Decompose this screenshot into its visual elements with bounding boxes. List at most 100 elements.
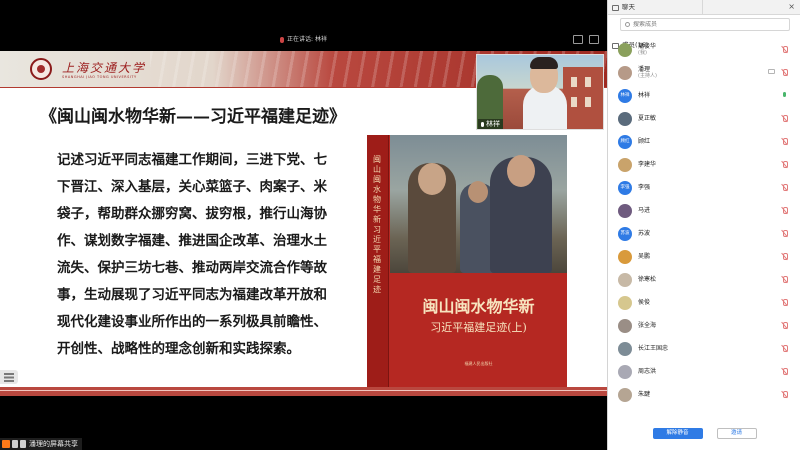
- member-row[interactable]: 李强 李强: [608, 176, 800, 199]
- avatar: [618, 364, 632, 379]
- search-input[interactable]: [633, 21, 773, 28]
- member-name-block: 吴鹏: [638, 253, 650, 260]
- body-line: 开创性、战略性的理念创新和实践探索。: [57, 341, 300, 357]
- mic-muted-icon[interactable]: [781, 253, 788, 260]
- member-row[interactable]: 侯俊: [608, 291, 800, 314]
- university-seal-icon: [30, 58, 52, 80]
- member-name: 蒲俊华: [638, 43, 657, 50]
- chat-icon: [612, 4, 619, 11]
- member-name: 李建华: [638, 161, 657, 168]
- member-row[interactable]: 朱踺: [608, 383, 800, 406]
- slide-title: 《闽山闽水物华新——习近平福建足迹》: [40, 107, 346, 127]
- panel-footer: 解除静音 邀请: [608, 428, 800, 441]
- mic-muted-icon[interactable]: [781, 276, 788, 283]
- member-name-block: 朱踺: [638, 391, 650, 398]
- member-name: 张全海: [638, 322, 657, 329]
- member-name: 长江王国忠: [638, 345, 669, 352]
- avatar: [618, 249, 632, 264]
- member-name-block: 周志洪: [638, 368, 656, 375]
- avatar: [618, 318, 632, 333]
- video-name: 林祥: [486, 120, 500, 128]
- member-row[interactable]: 长江王国忠: [608, 337, 800, 360]
- member-name: 夏正敏: [638, 115, 657, 122]
- invite-button[interactable]: 邀请: [716, 428, 757, 439]
- member-name: 吴鹏: [638, 253, 651, 260]
- member-search[interactable]: [620, 18, 790, 31]
- book-title: 闽山闽水物华新: [422, 297, 535, 316]
- mic-muted-icon[interactable]: [781, 368, 788, 375]
- avatar: 顾红: [618, 134, 632, 149]
- mic-muted-icon[interactable]: [781, 322, 788, 329]
- camera-icon[interactable]: [768, 69, 775, 74]
- mic-muted-icon[interactable]: [781, 184, 788, 191]
- member-name-block: 苏波: [638, 230, 650, 237]
- member-name: 侯俊: [638, 299, 651, 306]
- member-name-block: 长江王国忠: [638, 345, 668, 352]
- body-line: 记述习近平同志福建工作期间，三进下党、七: [57, 152, 327, 168]
- panel-tabs: 聊天 成员(16) ×: [608, 0, 800, 53]
- meeting-window: 正在讲话: 林祥 上海交通大学 SHANGHAI JIAO TONG UNIVE…: [0, 0, 800, 450]
- member-name-block: 马进: [638, 207, 650, 214]
- layout-icon[interactable]: [573, 35, 583, 44]
- speaking-indicator: 正在讲话: 林祥: [0, 34, 607, 46]
- unmute-all-button[interactable]: 解除静音: [652, 428, 703, 439]
- mic-muted-icon[interactable]: [781, 207, 788, 214]
- mic-muted-icon[interactable]: [781, 391, 788, 398]
- member-name: 李强: [638, 184, 651, 191]
- member-row[interactable]: 夏正敏: [608, 107, 800, 130]
- avatar: [618, 341, 632, 356]
- book-spine: 闽山闽水物华新 习近平福建足迹: [367, 135, 389, 387]
- avatar: 苏波: [618, 226, 632, 241]
- avatar: [618, 42, 632, 57]
- mic-muted-icon[interactable]: [781, 138, 788, 145]
- camera-icon: [12, 440, 18, 448]
- member-row[interactable]: 潘理 (主持人): [608, 61, 800, 84]
- body-line: 流失、保护三坊七巷、推动两岸交流合作等故: [57, 260, 327, 276]
- tab-chat[interactable]: 聊天: [608, 0, 703, 15]
- sidebar-toggle-button[interactable]: [0, 370, 18, 384]
- mic-muted-icon[interactable]: [781, 345, 788, 352]
- avatar: [618, 157, 632, 172]
- mic-muted-icon[interactable]: [781, 230, 788, 237]
- mic-on-icon[interactable]: [781, 92, 787, 99]
- body-line: 作、谋划数字福建、推进国企改革、治理水土: [57, 233, 327, 249]
- member-role: (主持人): [638, 73, 657, 79]
- member-name-block: 侯俊: [638, 299, 650, 306]
- member-list: 蒲俊华 (我) 潘理 (主持人) 林祥 林祥 夏正敏 顾红 顾红 李建华 李强 李强 马进 苏波 苏波 吴鹏徐…: [608, 38, 800, 406]
- avatar: [618, 272, 632, 287]
- fullscreen-icon[interactable]: [589, 35, 599, 44]
- tab-chat-label: 聊天: [622, 3, 635, 11]
- close-icon[interactable]: ×: [788, 3, 795, 11]
- body-line: 袋子，帮助群众挪穷窝、拔穷根，推行山海协: [57, 206, 327, 222]
- member-row[interactable]: 张全海: [608, 314, 800, 337]
- mic-muted-icon[interactable]: [781, 161, 788, 168]
- avatar: [618, 65, 632, 80]
- member-name-block: 李强: [638, 184, 650, 191]
- member-row[interactable]: 蒲俊华 (我): [608, 38, 800, 61]
- book-cover-photo: [390, 135, 567, 273]
- member-row[interactable]: 周志洪: [608, 360, 800, 383]
- university-logo-text: 上海交通大学: [62, 61, 147, 75]
- member-row[interactable]: 吴鹏: [608, 245, 800, 268]
- mic-muted-icon[interactable]: [781, 46, 788, 53]
- member-name: 周志洪: [638, 368, 657, 375]
- video-name-label: 林祥: [478, 119, 503, 129]
- member-row[interactable]: 徐寒松: [608, 268, 800, 291]
- member-row[interactable]: 顾红 顾红: [608, 130, 800, 153]
- avatar: 林祥: [618, 88, 632, 103]
- mic-muted-icon[interactable]: [781, 115, 788, 122]
- book-publisher: 福建人民出版社: [464, 361, 493, 366]
- mic-muted-icon[interactable]: [781, 299, 788, 306]
- member-name: 朱踺: [638, 391, 651, 398]
- member-name: 徐寒松: [638, 276, 657, 283]
- member-row[interactable]: 林祥 林祥: [608, 84, 800, 107]
- member-row[interactable]: 苏波 苏波: [608, 222, 800, 245]
- member-row[interactable]: 马进: [608, 199, 800, 222]
- speaking-text: 正在讲话: 林祥: [287, 36, 327, 43]
- member-row[interactable]: 李建华: [608, 153, 800, 176]
- member-name: 潘理: [638, 66, 651, 73]
- shared-screen-area: 正在讲话: 林祥 上海交通大学 SHANGHAI JIAO TONG UNIVE…: [0, 0, 607, 450]
- avatar: [618, 387, 632, 402]
- member-name-block: 李建华: [638, 161, 656, 168]
- mic-muted-icon[interactable]: [781, 69, 788, 76]
